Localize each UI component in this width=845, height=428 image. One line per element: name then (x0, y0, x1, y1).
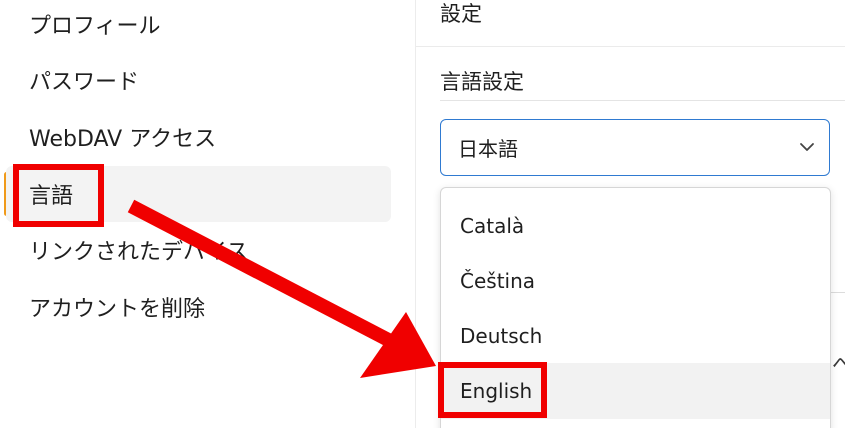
highlight-box-english (438, 362, 547, 418)
language-select[interactable]: 日本語 (440, 119, 830, 176)
language-option-catala[interactable]: Català (441, 198, 830, 254)
background-text-fragment: へ (832, 352, 845, 376)
sidebar-item-password[interactable]: パスワード (0, 52, 392, 108)
language-option-cestina[interactable]: Čeština (441, 253, 830, 309)
sidebar-item-label: リンクされたデバイス (29, 240, 249, 265)
panel-divider (415, 0, 416, 428)
language-option-label: Català (460, 214, 525, 238)
chevron-down-icon (800, 143, 814, 151)
sidebar-item-linked-devices[interactable]: リンクされたデバイス (0, 222, 392, 278)
sidebar-item-profile[interactable]: プロフィール (0, 0, 392, 52)
section-divider (440, 100, 845, 101)
highlight-box-language (13, 164, 104, 227)
sidebar-item-delete-account[interactable]: アカウントを削除 (0, 279, 392, 335)
title-divider (416, 46, 845, 47)
sidebar-item-label: アカウントを削除 (29, 297, 206, 322)
sidebar-item-webdav[interactable]: WebDAV アクセス (0, 109, 392, 165)
language-select-value: 日本語 (458, 137, 518, 161)
sidebar-item-label: パスワード (29, 70, 140, 95)
background-divider (831, 292, 845, 293)
sidebar-item-label: WebDAV アクセス (29, 127, 217, 152)
language-option-label: Čeština (460, 269, 536, 293)
language-section-label: 言語設定 (440, 70, 524, 94)
sidebar-item-label: プロフィール (29, 14, 161, 39)
language-option-deutsch[interactable]: Deutsch (441, 308, 830, 364)
language-option-label: Deutsch (460, 324, 543, 348)
page-title: 設定 (440, 2, 482, 26)
